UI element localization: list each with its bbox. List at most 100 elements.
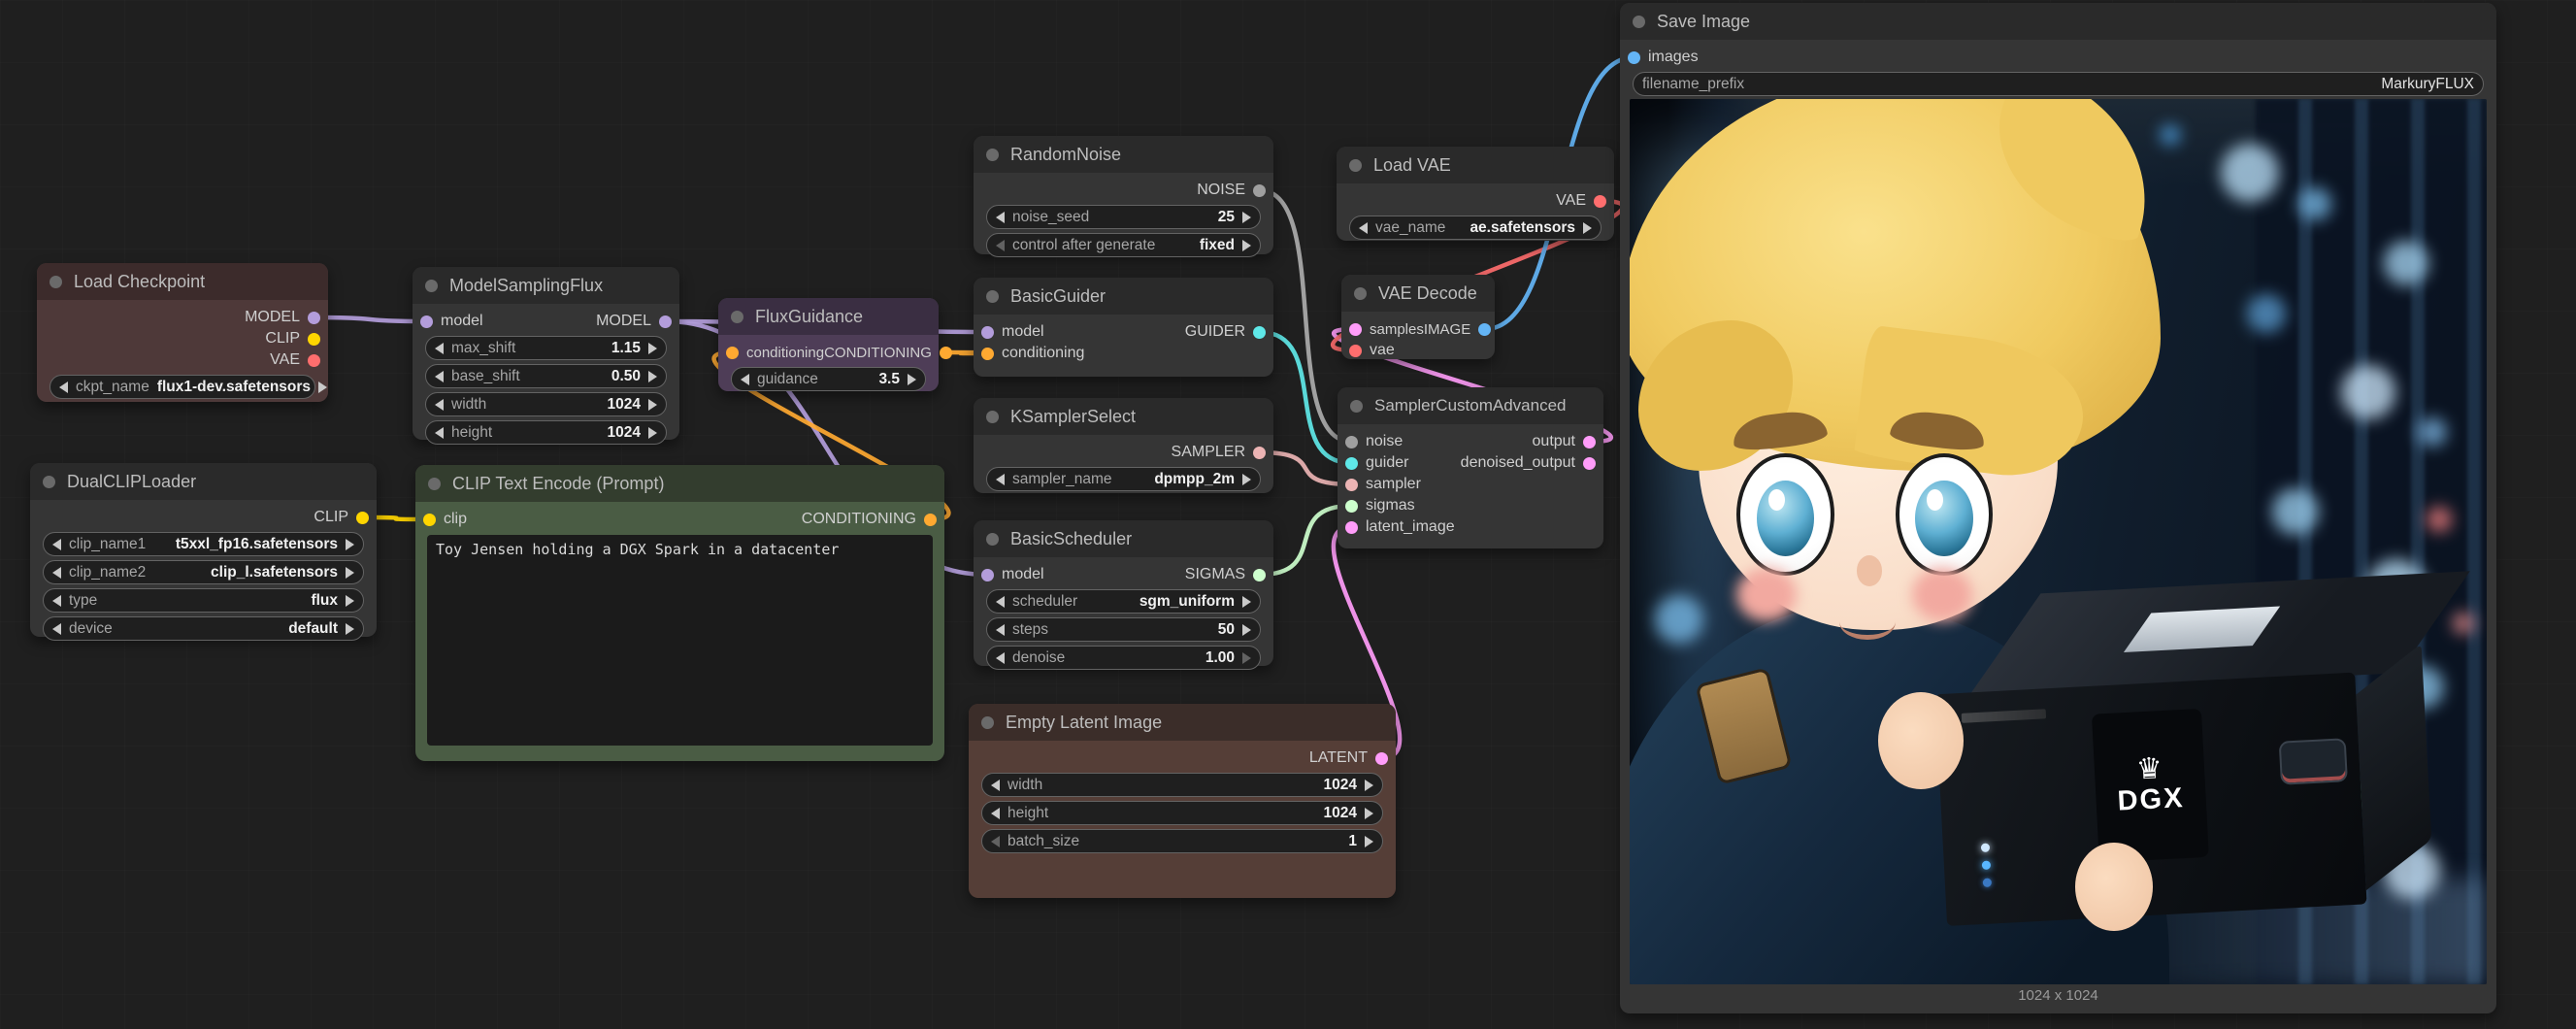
next-arrow-icon[interactable] (1242, 624, 1251, 636)
next-arrow-icon[interactable] (648, 371, 657, 382)
collapse-dot-icon[interactable] (986, 533, 999, 546)
prev-arrow-icon[interactable] (996, 474, 1005, 485)
prompt-text-input[interactable]: Toy Jensen holding a DGX Spark in a data… (427, 535, 933, 746)
node-graph-canvas[interactable]: Load Checkpoint MODEL CLIP VAE ckpt_name… (0, 0, 2576, 1029)
next-arrow-icon[interactable] (1365, 808, 1373, 819)
model-input-dot[interactable] (981, 326, 994, 339)
next-arrow-icon[interactable] (1242, 596, 1251, 608)
next-arrow-icon[interactable] (1242, 212, 1251, 223)
sigmas-output-dot[interactable] (1253, 569, 1266, 581)
node-basic-guider[interactable]: BasicGuider model GUIDER conditioning (974, 278, 1273, 377)
batch-size-widget[interactable]: batch_size1 (981, 829, 1383, 853)
node-header[interactable]: CLIP Text Encode (Prompt) (415, 465, 944, 502)
node-sampler-custom-advanced[interactable]: SamplerCustomAdvanced noise output guide… (1338, 387, 1603, 548)
conditioning-input-dot[interactable] (726, 347, 739, 359)
images-input-dot[interactable] (1628, 51, 1640, 64)
prev-arrow-icon[interactable] (991, 780, 1000, 791)
next-arrow-icon[interactable] (346, 623, 354, 635)
next-arrow-icon[interactable] (1365, 836, 1373, 847)
guider-output-dot[interactable] (1253, 326, 1266, 339)
height-widget[interactable]: height1024 (981, 801, 1383, 825)
clip-name2-widget[interactable]: clip_name2clip_l.safetensors (43, 560, 364, 584)
guidance-widget[interactable]: guidance3.5 (731, 367, 926, 391)
type-widget[interactable]: typeflux (43, 588, 364, 613)
prev-arrow-icon[interactable] (52, 567, 61, 579)
vae-output-dot[interactable] (1594, 195, 1606, 208)
node-header[interactable]: Load Checkpoint (37, 263, 328, 300)
prev-arrow-icon[interactable] (52, 595, 61, 607)
next-arrow-icon[interactable] (1242, 474, 1251, 485)
clip-output-dot[interactable] (356, 512, 369, 524)
conditioning-output-dot[interactable] (940, 347, 952, 359)
node-header[interactable]: RandomNoise (974, 136, 1273, 173)
sampler-input-dot[interactable] (1345, 479, 1358, 491)
collapse-dot-icon[interactable] (986, 290, 999, 303)
filename-prefix-widget[interactable]: filename_prefixMarkuryFLUX (1633, 72, 2484, 96)
sampler-output-dot[interactable] (1253, 447, 1266, 459)
max-shift-widget[interactable]: max_shift1.15 (425, 336, 667, 360)
collapse-dot-icon[interactable] (731, 311, 743, 323)
vae-name-widget[interactable]: vae_nameae.safetensors (1349, 216, 1602, 240)
device-widget[interactable]: devicedefault (43, 616, 364, 641)
denoise-widget[interactable]: denoise1.00 (986, 646, 1261, 670)
scheduler-widget[interactable]: schedulersgm_uniform (986, 589, 1261, 614)
conditioning-input-dot[interactable] (981, 348, 994, 360)
conditioning-output-dot[interactable] (924, 514, 937, 526)
next-arrow-icon[interactable] (1583, 222, 1592, 234)
collapse-dot-icon[interactable] (50, 276, 62, 288)
vae-output-dot[interactable] (308, 354, 320, 367)
prev-arrow-icon[interactable] (52, 623, 61, 635)
prev-arrow-icon[interactable] (1359, 222, 1368, 234)
node-dual-clip-loader[interactable]: DualCLIPLoader CLIP clip_name1t5xxl_fp16… (30, 463, 377, 637)
collapse-dot-icon[interactable] (425, 280, 438, 292)
sampler-name-widget[interactable]: sampler_namedpmpp_2m (986, 467, 1261, 491)
node-header[interactable]: FluxGuidance (718, 298, 939, 335)
noise-input-dot[interactable] (1345, 436, 1358, 448)
next-arrow-icon[interactable] (1242, 240, 1251, 251)
node-empty-latent-image[interactable]: Empty Latent Image LATENT width1024 heig… (969, 704, 1396, 898)
noise-output-dot[interactable] (1253, 184, 1266, 197)
model-input-dot[interactable] (420, 315, 433, 328)
collapse-dot-icon[interactable] (986, 411, 999, 423)
prev-arrow-icon[interactable] (435, 371, 444, 382)
node-header[interactable]: DualCLIPLoader (30, 463, 377, 500)
noise-seed-widget[interactable]: noise_seed25 (986, 205, 1261, 229)
prev-arrow-icon[interactable] (996, 624, 1005, 636)
output-dot[interactable] (1583, 436, 1596, 448)
clip-output-dot[interactable] (308, 333, 320, 346)
node-header[interactable]: ModelSamplingFlux (413, 267, 679, 304)
width-widget[interactable]: width1024 (425, 392, 667, 416)
node-header[interactable]: Save Image (1620, 3, 2496, 40)
collapse-dot-icon[interactable] (986, 149, 999, 161)
node-load-checkpoint[interactable]: Load Checkpoint MODEL CLIP VAE ckpt_name… (37, 263, 328, 402)
ckpt-name-widget[interactable]: ckpt_nameflux1-dev.safetensors (50, 375, 315, 399)
width-widget[interactable]: width1024 (981, 773, 1383, 797)
prev-arrow-icon[interactable] (991, 808, 1000, 819)
node-random-noise[interactable]: RandomNoise NOISE noise_seed25 control a… (974, 136, 1273, 254)
node-header[interactable]: BasicScheduler (974, 520, 1273, 557)
clip-name1-widget[interactable]: clip_name1t5xxl_fp16.safetensors (43, 532, 364, 556)
next-arrow-icon[interactable] (346, 567, 354, 579)
prev-arrow-icon[interactable] (59, 382, 68, 393)
latent-output-dot[interactable] (1375, 752, 1388, 765)
next-arrow-icon[interactable] (346, 539, 354, 550)
collapse-dot-icon[interactable] (43, 476, 55, 488)
node-save-image[interactable]: Save Image images filename_prefixMarkury… (1620, 3, 2496, 1013)
sigmas-input-dot[interactable] (1345, 500, 1358, 513)
node-ksampler-select[interactable]: KSamplerSelect SAMPLER sampler_namedpmpp… (974, 398, 1273, 493)
prev-arrow-icon[interactable] (996, 240, 1005, 251)
prev-arrow-icon[interactable] (741, 374, 749, 385)
prev-arrow-icon[interactable] (996, 652, 1005, 664)
prev-arrow-icon[interactable] (435, 399, 444, 411)
node-header[interactable]: BasicGuider (974, 278, 1273, 315)
next-arrow-icon[interactable] (1242, 652, 1251, 664)
image-output-dot[interactable] (1478, 323, 1491, 336)
node-model-sampling-flux[interactable]: ModelSamplingFlux model MODEL max_shift1… (413, 267, 679, 440)
next-arrow-icon[interactable] (346, 595, 354, 607)
collapse-dot-icon[interactable] (1354, 287, 1367, 300)
node-clip-text-encode[interactable]: CLIP Text Encode (Prompt) clip CONDITION… (415, 465, 944, 761)
node-load-vae[interactable]: Load VAE VAE vae_nameae.safetensors (1337, 147, 1614, 241)
collapse-dot-icon[interactable] (428, 478, 441, 490)
node-header[interactable]: SamplerCustomAdvanced (1338, 387, 1603, 424)
model-input-dot[interactable] (981, 569, 994, 581)
